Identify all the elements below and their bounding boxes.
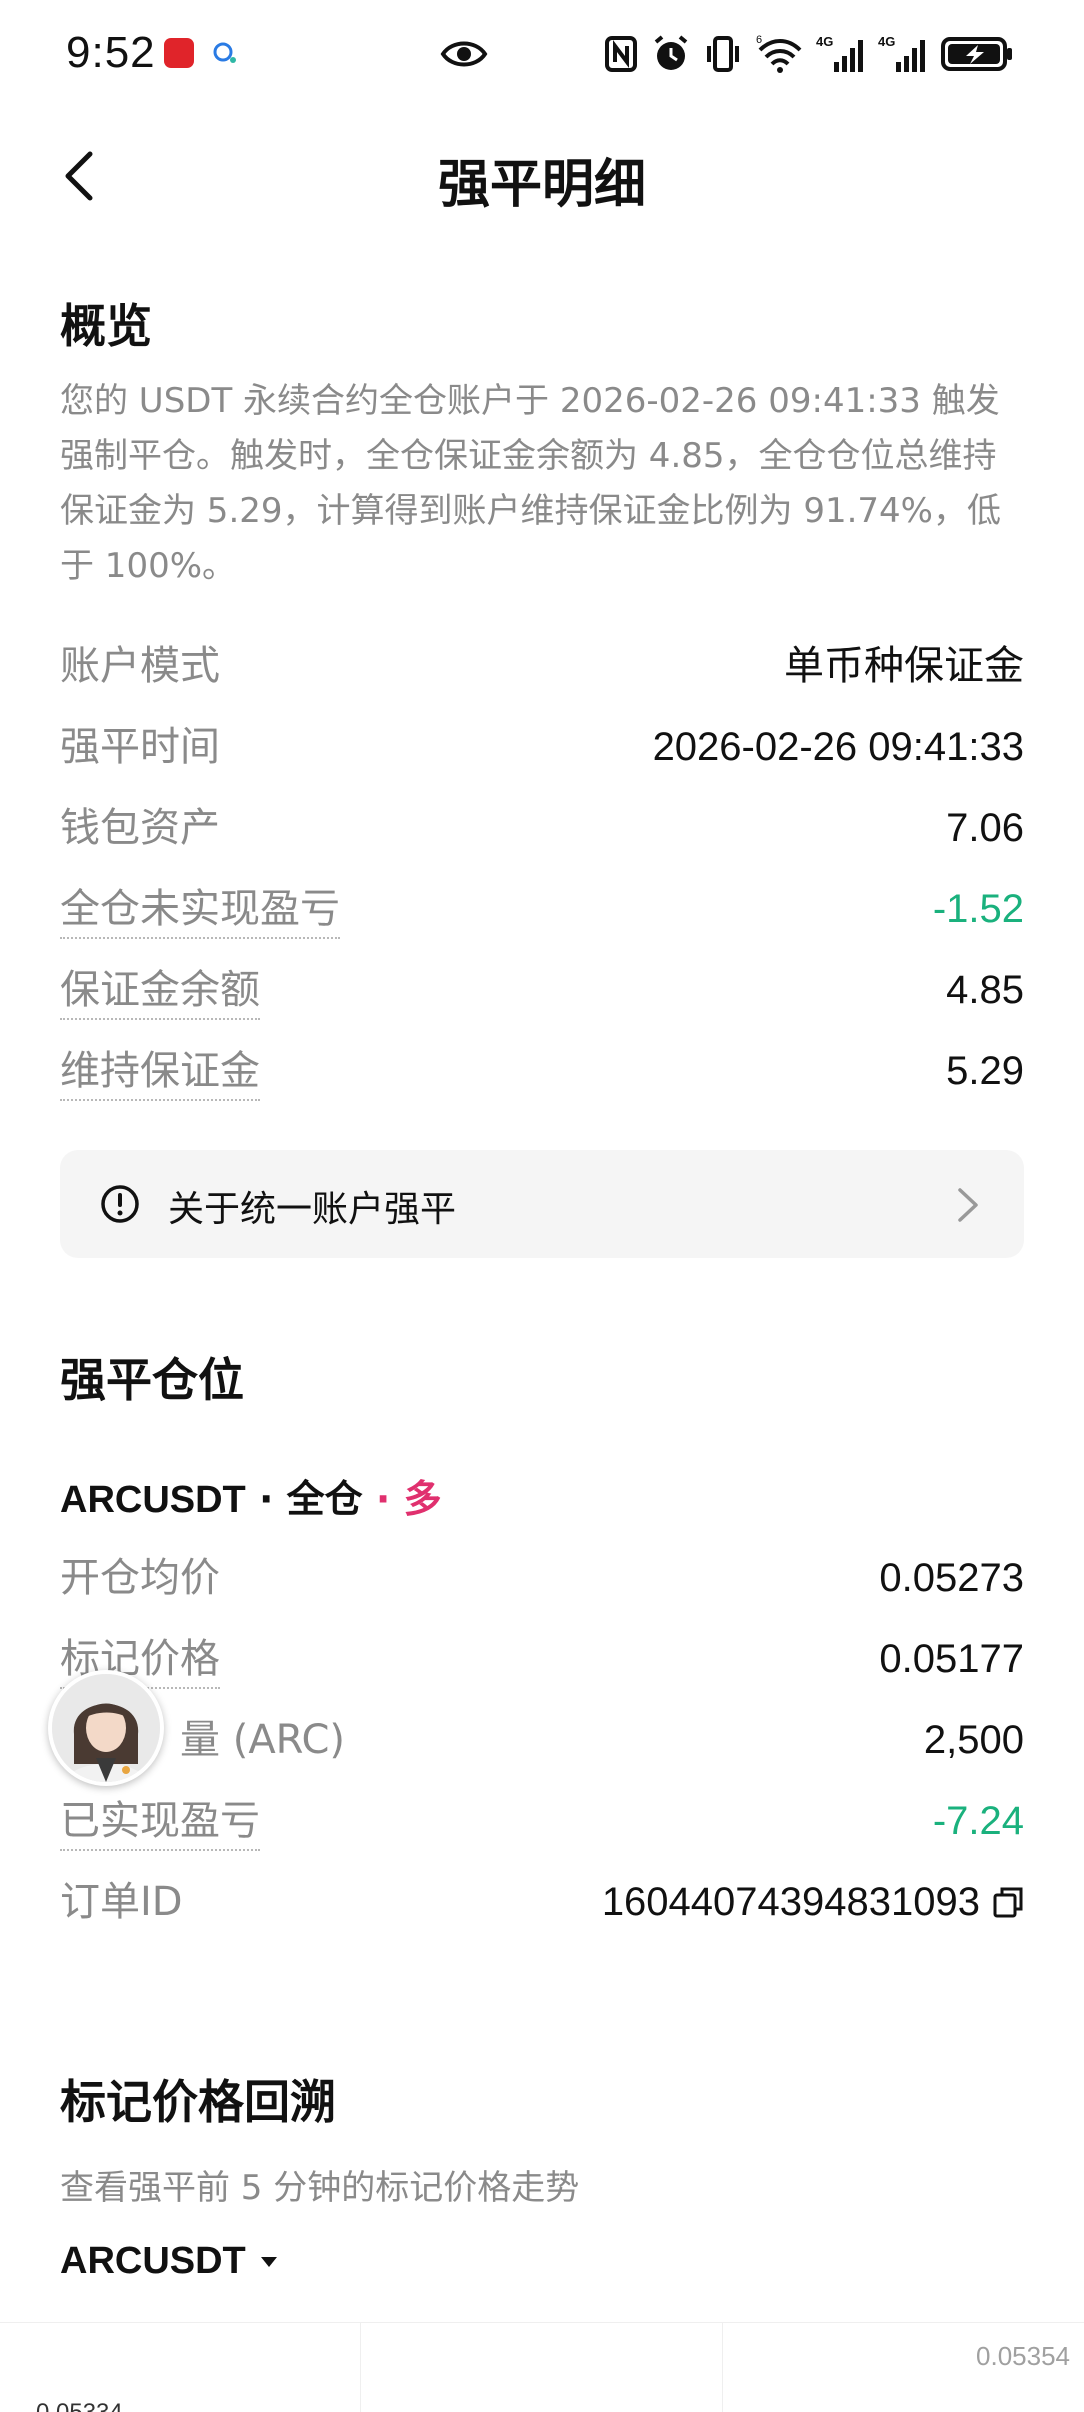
entry-price-value: 0.05273 [879, 1556, 1024, 1600]
symbol-dropdown-value: ARCUSDT [60, 2240, 246, 2282]
realized-pnl-label[interactable]: 已实现盈亏 [60, 1797, 260, 1851]
maintenance-margin-value: 5.29 [946, 1049, 1024, 1093]
entry-price-label: 开仓均价 [60, 1555, 220, 1601]
chart-gridline [722, 2323, 723, 2412]
nfc-icon [605, 36, 637, 72]
chevron-right-icon [958, 1188, 978, 1222]
order-id-value: 1604407439483109​3 [601, 1880, 980, 1924]
margin-balance-value: 4.85 [946, 968, 1024, 1012]
mark-price-backtrack-title: 标记价格回溯 [60, 2075, 336, 2129]
avatar-image [52, 1674, 160, 1782]
maintenance-margin-row: 维持保证金 5.29 [60, 1041, 1024, 1101]
realized-pnl-row: 已实现盈亏 -7.24 [60, 1791, 1024, 1851]
margin-balance-label[interactable]: 保证金余额 [60, 966, 260, 1020]
assistant-notification-icon [213, 42, 236, 63]
svg-text:6: 6 [756, 34, 762, 46]
vibrate-icon [707, 36, 739, 72]
position-side: · 多 [362, 1477, 442, 1521]
liquidation-time-row: 强平时间 2026-02-26 09:41:33 [60, 717, 1024, 777]
status-bar: 9:52 6 4G 4G [0, 0, 1084, 110]
mark-price-chart: 0.05354 0.05334 [0, 2322, 1084, 2412]
alert-circle-icon [101, 1185, 139, 1223]
status-indicators: 6 4G 4G [604, 32, 1014, 76]
unrealized-pnl-label[interactable]: 全仓未实现盈亏 [60, 885, 340, 939]
position-margin-mode: · 全仓 [245, 1477, 363, 1521]
overview-title: 概览 [60, 299, 152, 353]
wallet-balance-row: 钱包资产 7.06 [60, 798, 1024, 858]
account-mode-value: 单币种保证金 [784, 643, 1024, 689]
realized-pnl-value: -7.24 [932, 1799, 1024, 1843]
svg-text:4G: 4G [816, 34, 833, 49]
order-id-group: 1604407439483109​3 [602, 1878, 1024, 1926]
cellular-signal-icon: 4G [878, 34, 925, 72]
chart-marker-label: 0.05334 [36, 2399, 123, 2412]
maintenance-margin-label[interactable]: 维持保证金 [60, 1047, 260, 1101]
entry-price-row: 开仓均价 0.05273 [60, 1548, 1024, 1608]
quantity-row: 量 (ARC) 2,500 [60, 1710, 1024, 1770]
backtrack-description: 查看强平前 5 分钟的标记价格走势 [60, 2168, 580, 2208]
quantity-value: 2,500 [923, 1718, 1024, 1762]
banner-label: 关于统一账户强平 [168, 1189, 457, 1230]
copy-icon[interactable] [992, 1885, 1024, 1919]
battery-charging-icon [941, 37, 1012, 71]
liquidation-time-label: 强平时间 [60, 724, 220, 770]
chart-y-tick-label: 0.05354 [976, 2341, 1070, 2371]
unrealized-pnl-row: 全仓未实现盈亏 -1.52 [60, 879, 1024, 939]
caret-down-icon [260, 2256, 277, 2267]
position-header: ARCUSDT · 全仓 · 多 [60, 1468, 442, 1523]
order-id-row: 订单ID 1604407439483109​3 [60, 1872, 1024, 1932]
unrealized-pnl-value: -1.52 [932, 887, 1024, 931]
svg-text:4G: 4G [878, 34, 895, 49]
app-notification-icon [164, 38, 194, 68]
floating-assistant-avatar[interactable] [48, 1670, 164, 1786]
symbol-dropdown[interactable]: ARCUSDT [60, 2240, 278, 2283]
nav-bar: 强平明细 [0, 120, 1084, 230]
liquidated-position-title: 强平仓位 [60, 1353, 244, 1407]
unified-account-liquidation-link[interactable]: 关于统一账户强平 [60, 1150, 1024, 1258]
margin-balance-row: 保证金余额 4.85 [60, 960, 1024, 1020]
cellular-signal-icon: 4G [816, 34, 863, 72]
status-time: 9:52 [66, 28, 156, 77]
wallet-balance-label: 钱包资产 [60, 805, 220, 851]
account-mode-row: 账户模式 单币种保证金 [60, 636, 1024, 696]
position-symbol: ARCUSDT [60, 1479, 246, 1521]
alarm-icon [654, 35, 688, 70]
account-mode-label: 账户模式 [60, 643, 220, 689]
chart-gridline [360, 2323, 361, 2412]
order-id-label: 订单ID [60, 1879, 183, 1925]
eye-icon [440, 41, 488, 67]
mark-price-value: 0.05177 [879, 1637, 1024, 1681]
chart-price-marker: 0.05334 [0, 2399, 123, 2412]
page-title: 强平明细 [437, 155, 646, 215]
mark-price-row: 标记价格 0.05177 [60, 1629, 1024, 1689]
quantity-label: 量 (ARC) [180, 1717, 346, 1763]
wallet-balance-value: 7.06 [946, 806, 1024, 850]
wifi-icon: 6 [756, 34, 802, 73]
liquidation-time-value: 2026-02-26 09:41:33 [652, 725, 1024, 769]
overview-description: 您的 USDT 永续合约全仓账户于 2026-02-26 09:41:33 触发… [60, 381, 1001, 586]
